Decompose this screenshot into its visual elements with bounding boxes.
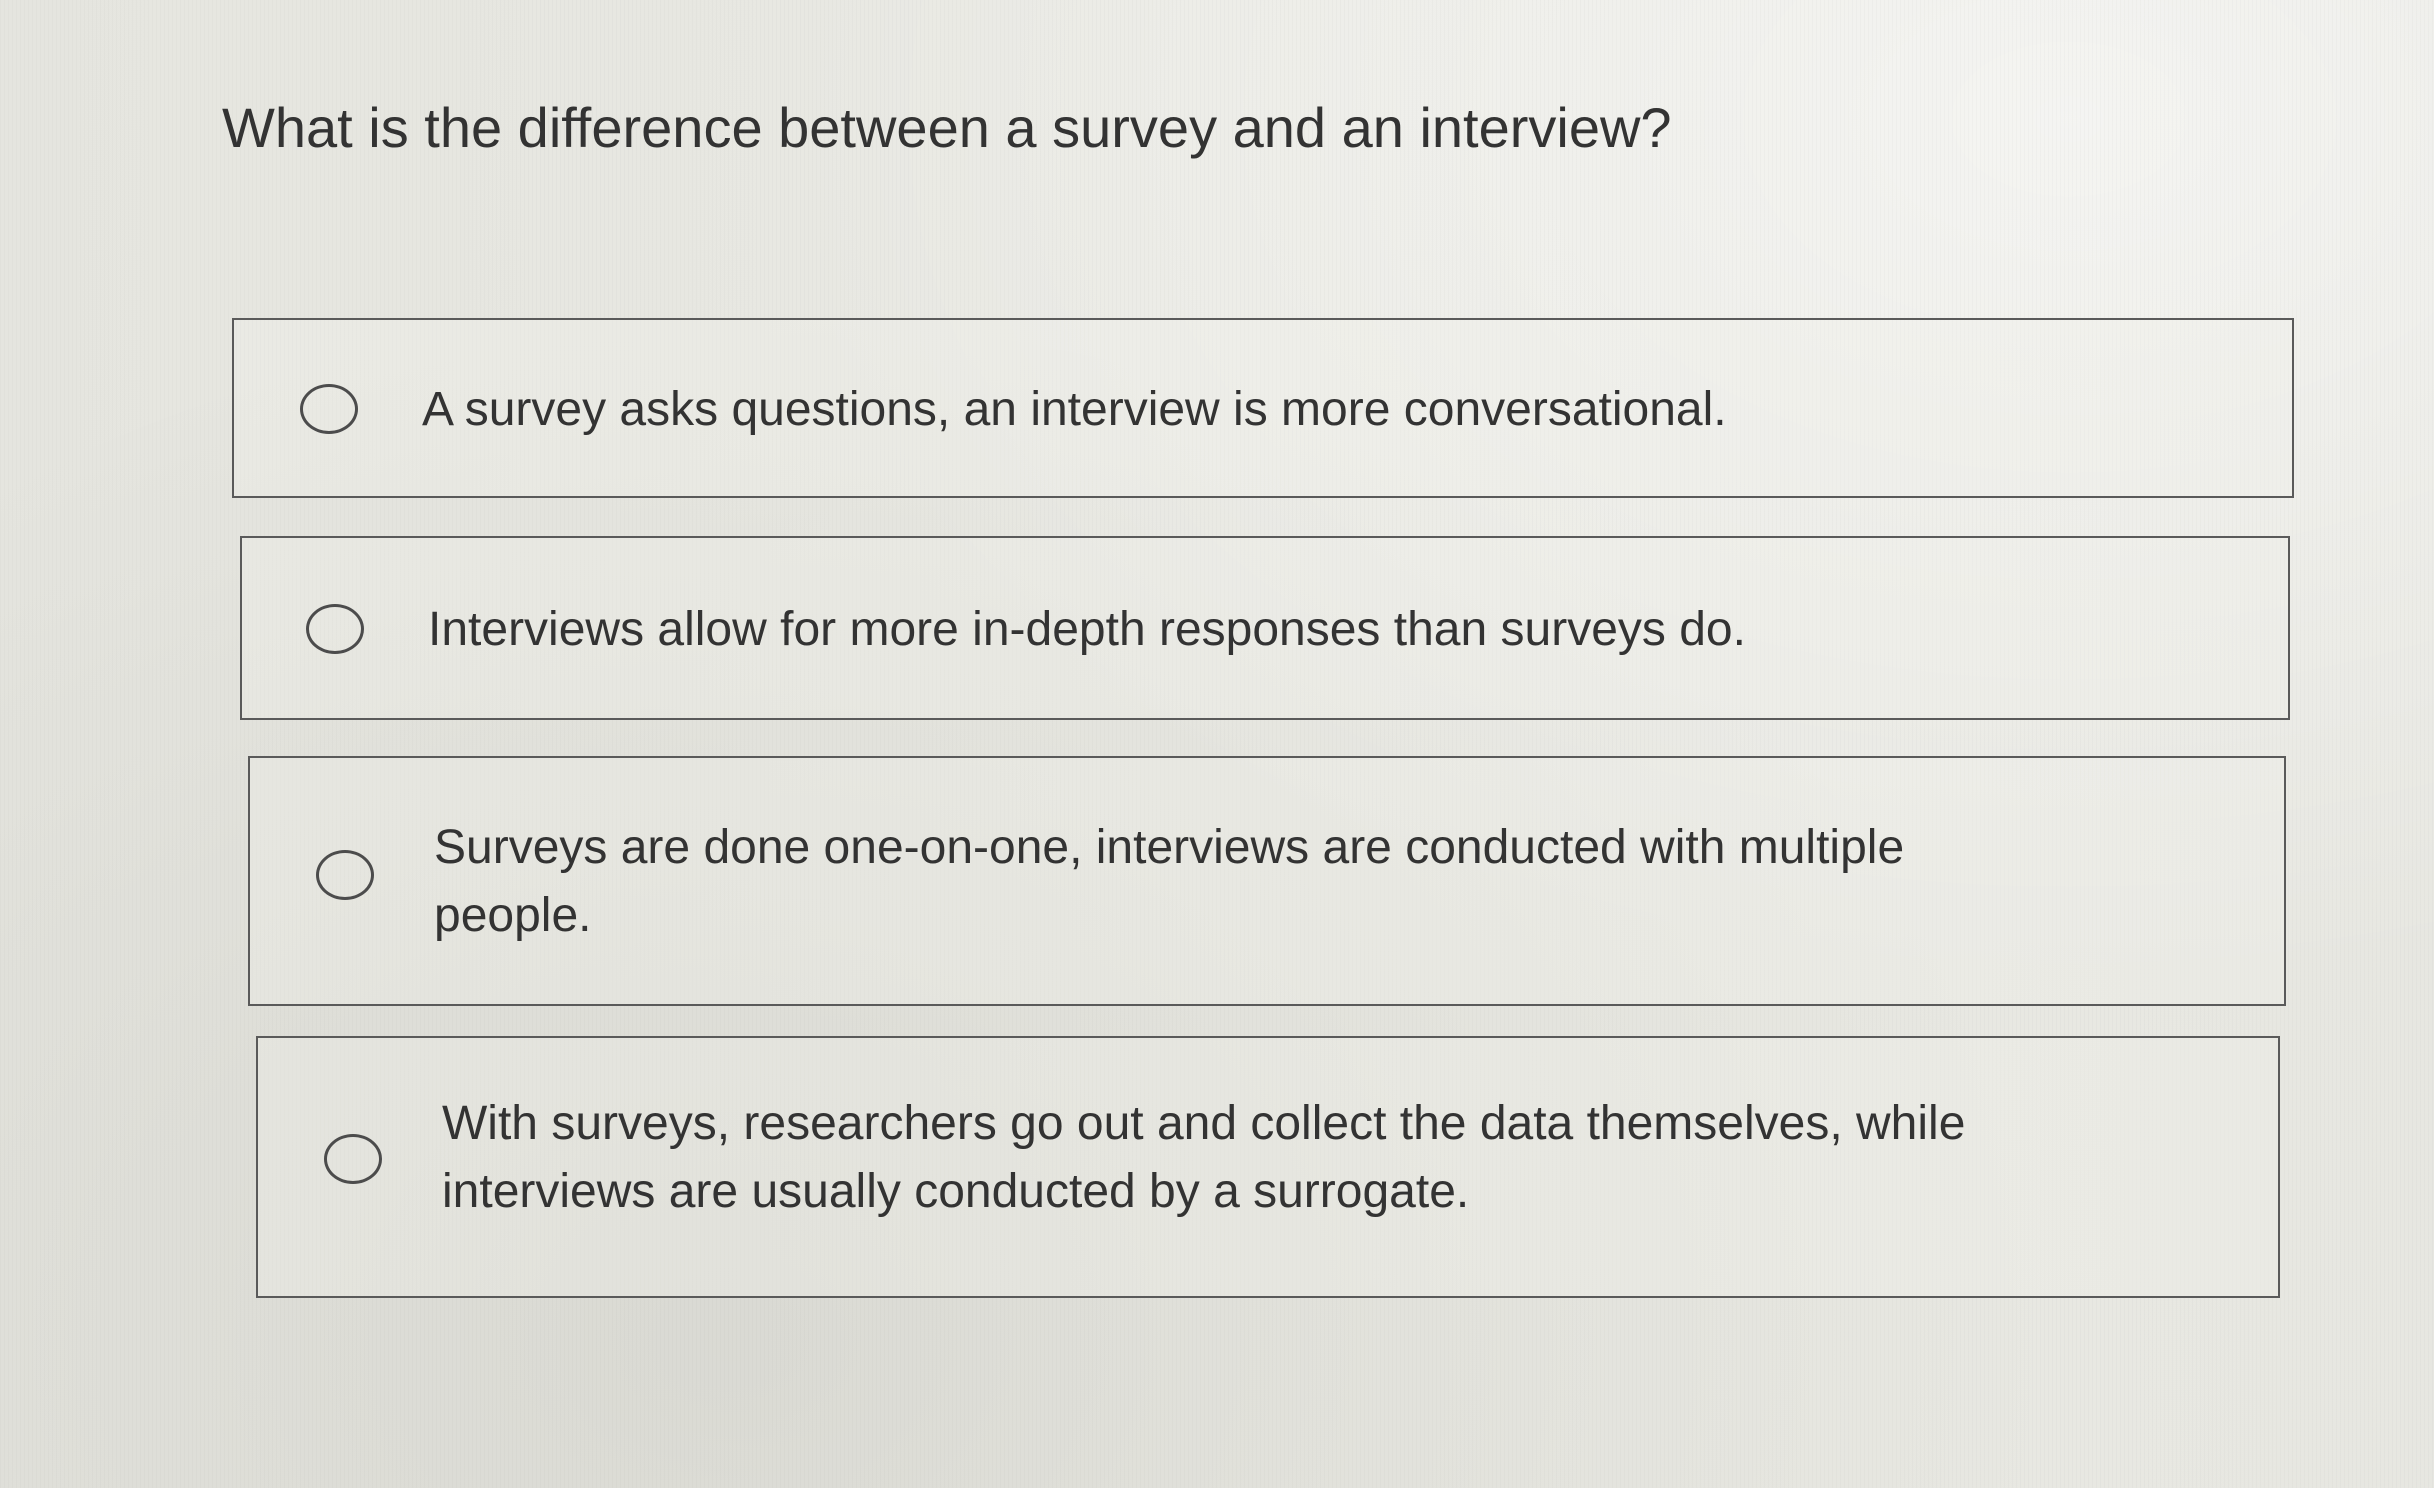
radio-unselected-icon[interactable] [316,850,374,900]
radio-unselected-icon[interactable] [324,1134,382,1184]
answer-option-label: Interviews allow for more in-depth respo… [428,603,1746,656]
radio-unselected-icon[interactable] [306,604,364,654]
answer-option-2[interactable]: Interviews allow for more in-depth respo… [240,536,2290,720]
answer-option-1[interactable]: A survey asks questions, an interview is… [232,318,2294,498]
answer-option-label: With surveys, researchers go out and col… [442,1097,1966,1218]
answer-option-label: A survey asks questions, an interview is… [422,383,1727,436]
answer-option-3[interactable]: Surveys are done one-on-one, interviews … [248,756,2286,1006]
radio-unselected-icon[interactable] [300,384,358,434]
question-text: What is the difference between a survey … [222,96,1672,159]
answer-option-4[interactable]: With surveys, researchers go out and col… [256,1036,2280,1298]
answer-option-label: Surveys are done one-on-one, interviews … [434,821,1905,942]
